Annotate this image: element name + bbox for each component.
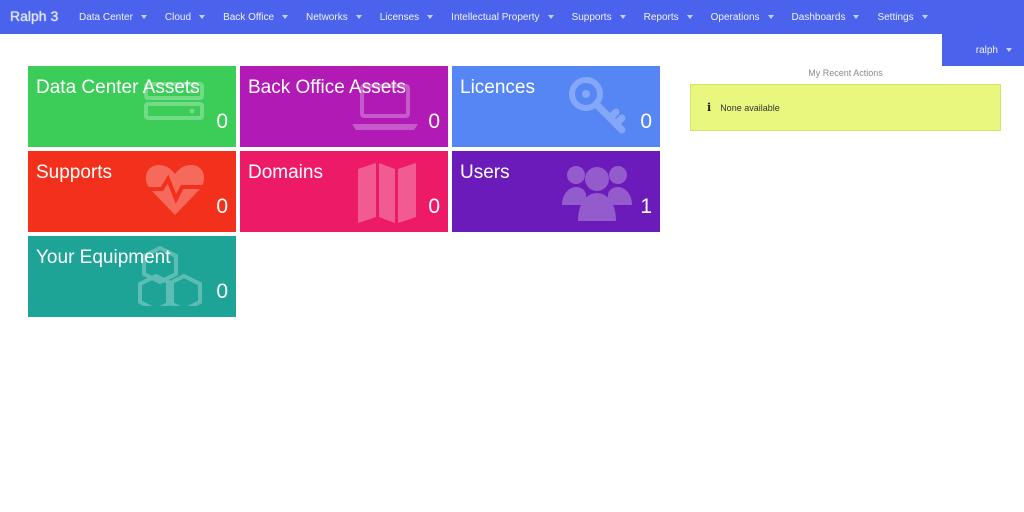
user-menu[interactable]: ralph [942, 34, 1024, 66]
nav-licenses[interactable]: Licenses [371, 12, 442, 23]
nav-label: Data Center [79, 11, 133, 23]
caret-down-icon [140, 15, 147, 19]
nav-dashboards[interactable]: Dashboards [783, 12, 869, 23]
tile-count: 1 [640, 195, 652, 218]
nav-label: Supports [571, 11, 612, 23]
nav-intellectual-property[interactable]: Intellectual Property [442, 12, 562, 23]
nav-label: Intellectual Property [451, 11, 540, 23]
caret-down-icon [767, 15, 774, 19]
main-nav: Data Center Cloud Back Office Networks L… [70, 0, 937, 34]
caret-down-icon [199, 15, 206, 19]
caret-down-icon [686, 15, 693, 19]
nav-back-office[interactable]: Back Office [214, 12, 297, 23]
nav-settings[interactable]: Settings [868, 12, 936, 23]
key-icon [569, 77, 626, 134]
top-navbar: Ralph 3 Data Center Cloud Back Office Ne… [0, 0, 1024, 34]
nav-label: Cloud [164, 11, 192, 23]
info-icon: i [707, 101, 712, 114]
tile-title: Back Office Assets [248, 77, 407, 98]
tile-count: 0 [428, 195, 440, 218]
nav-label: Back Office [223, 11, 275, 23]
tile-licences[interactable]: Licences 0 [452, 66, 660, 147]
tile-count: 0 [640, 110, 652, 133]
tile-title: Supports [36, 162, 113, 183]
nav-data-center[interactable]: Data Center [70, 12, 156, 23]
caret-down-icon [355, 15, 362, 19]
recent-actions-empty: None available [720, 102, 780, 113]
map-icon [358, 163, 416, 223]
nav-label: Licenses [379, 11, 420, 23]
recent-actions-title: My Recent Actions [808, 68, 883, 78]
tile-users[interactable]: Users 1 [452, 151, 660, 232]
recent-actions-box: i None available [690, 84, 1001, 131]
nav-label: Operations [710, 11, 760, 23]
tile-count: 0 [216, 195, 228, 218]
caret-down-icon [619, 15, 626, 19]
caret-down-icon [282, 15, 289, 19]
nav-cloud[interactable]: Cloud [156, 12, 214, 23]
caret-down-icon [921, 15, 928, 19]
tile-count: 0 [216, 110, 228, 133]
nav-label: Dashboards [791, 11, 846, 23]
caret-down-icon [547, 15, 554, 19]
caret-down-icon [853, 15, 860, 19]
tile-data-center-assets[interactable]: Data Center Assets 0 [28, 66, 236, 147]
tile-your-equipment[interactable]: Your Equipment 0 [28, 236, 236, 317]
nav-operations[interactable]: Operations [702, 12, 783, 23]
tile-title: Data Center Assets [36, 77, 200, 98]
caret-down-icon [1006, 48, 1012, 52]
tile-title: Your Equipment [36, 247, 171, 268]
tile-domains[interactable]: Domains 0 [240, 151, 448, 232]
users-icon [562, 166, 632, 221]
nav-label: Settings [877, 11, 914, 23]
user-name: ralph [975, 44, 998, 56]
nav-label: Networks [306, 11, 348, 23]
tile-back-office-assets[interactable]: Back Office Assets 0 [240, 66, 448, 147]
nav-networks[interactable]: Networks [297, 12, 371, 23]
tile-count: 0 [216, 280, 228, 303]
tile-supports[interactable]: Supports 0 [28, 151, 236, 232]
tile-title: Domains [248, 162, 323, 183]
brand-logo[interactable]: Ralph 3 [10, 8, 58, 24]
tile-title: Licences [460, 77, 535, 98]
nav-reports[interactable]: Reports [635, 12, 702, 23]
caret-down-icon [427, 15, 434, 19]
tile-count: 0 [428, 110, 440, 133]
heartbeat-icon [144, 165, 206, 215]
tile-title: Users [460, 162, 510, 183]
nav-label: Reports [643, 11, 679, 23]
nav-supports[interactable]: Supports [563, 12, 635, 23]
